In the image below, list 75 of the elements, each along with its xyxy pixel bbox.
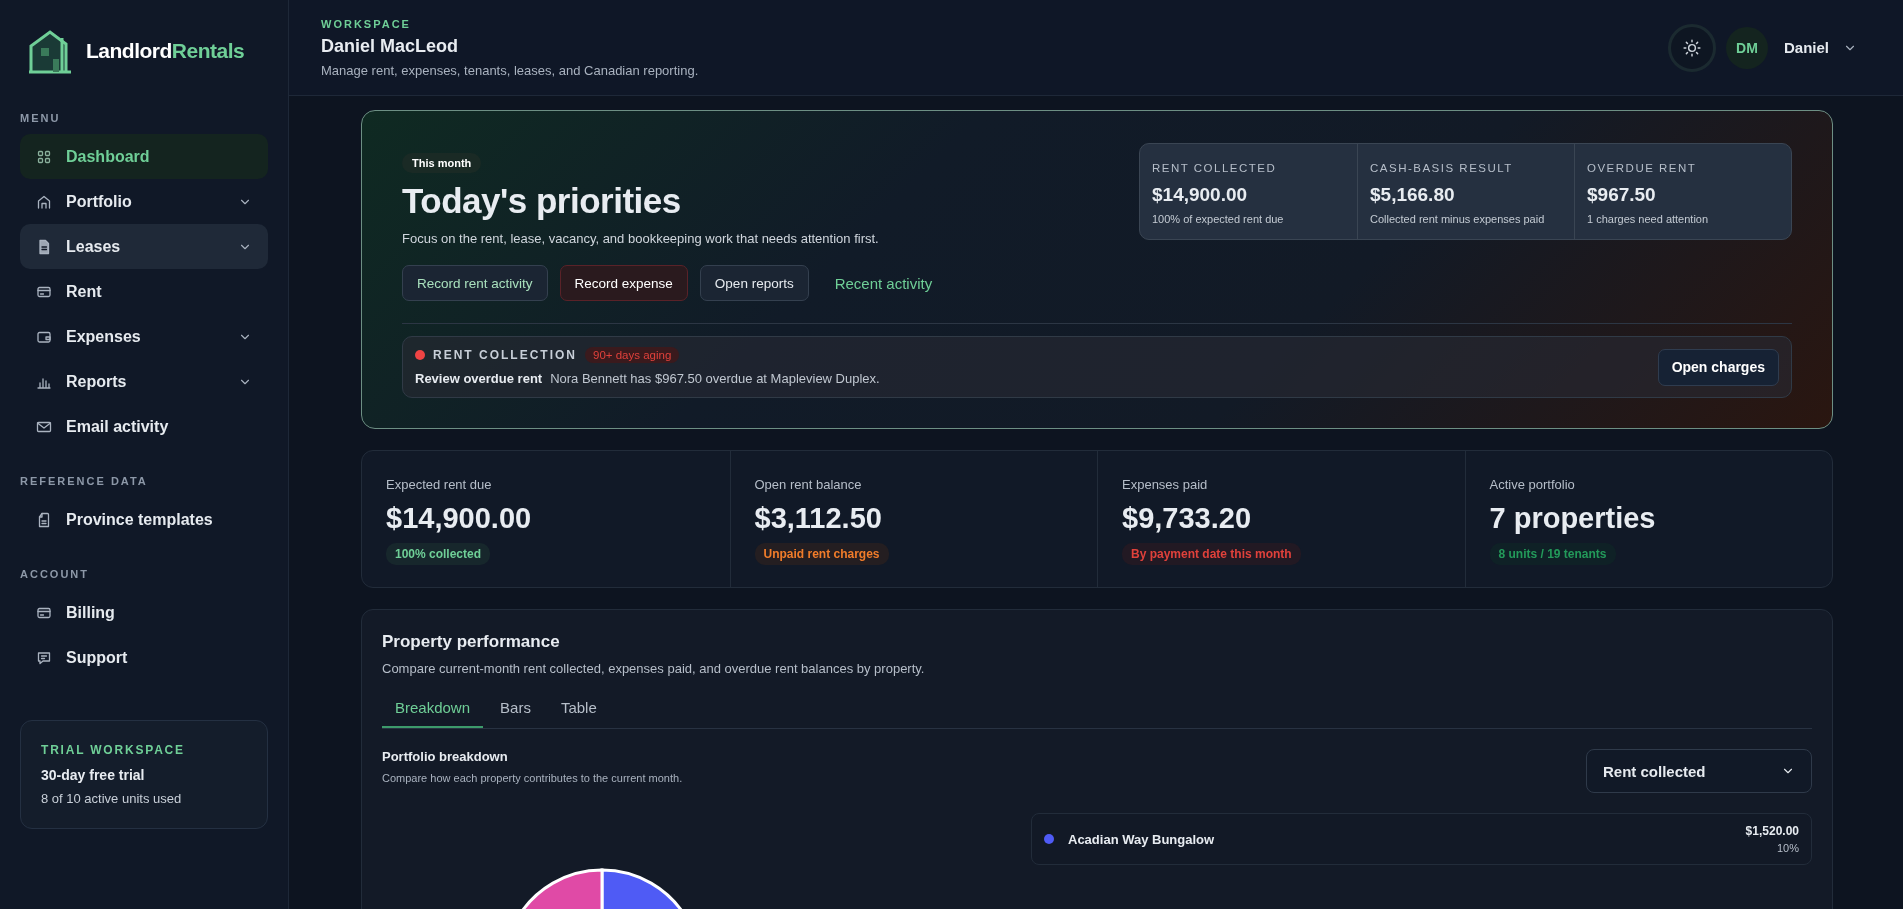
breakdown-description: Compare how each property contributes to the current month. (382, 772, 683, 784)
trial-label: TRIAL WORKSPACE (41, 743, 186, 757)
user-menu-button[interactable]: Daniel (1778, 33, 1863, 62)
theme-toggle-button[interactable] (1668, 23, 1716, 72)
activity-link[interactable]: Recent activity (820, 265, 947, 301)
property-amount: $1,520.00 (1745, 824, 1799, 838)
metric-label: RENT COLLECTED (1152, 162, 1278, 174)
trial-title: 30-day free trial (41, 767, 146, 783)
trial-usage: 8 of 10 active units used (41, 791, 183, 806)
alert-title: Review overdue rent (415, 371, 543, 386)
nav-item[interactable]: Portfolio (20, 179, 268, 224)
house-logo-icon (28, 28, 72, 74)
metric-label: OVERDUE RENT (1587, 162, 1698, 174)
chat-icon (36, 649, 52, 666)
view-tab[interactable]: Bars (487, 690, 544, 728)
stat-tag: Unpaid rent charges (754, 543, 889, 565)
stat-label: Expected rent due (386, 477, 493, 492)
grid-icon (36, 148, 52, 165)
alert-message: Nora Bennett has $967.50 overdue at Mapleview Duplex. (550, 371, 880, 386)
document-icon (36, 238, 52, 255)
stat-value: 7 properties (1489, 502, 1657, 535)
breakdown-title: Portfolio breakdown (382, 749, 509, 764)
nav-item[interactable]: Leases (20, 224, 268, 269)
section-heading: ACCOUNT (20, 568, 90, 580)
priorities-title: Today's priorities (402, 181, 682, 221)
metric-value: $967.50 (1587, 184, 1657, 206)
metric-value: $14,900.00 (1152, 184, 1249, 206)
alert-category: RENT COLLECTION (433, 348, 577, 362)
aging-tag: 90+ days aging (585, 347, 680, 363)
nav-item[interactable]: Rent (20, 269, 268, 314)
nav-item[interactable]: Support (20, 635, 268, 680)
user-avatar[interactable]: DM (1726, 26, 1768, 69)
brand-name: LandlordRentals (86, 39, 245, 63)
metric-dropdown[interactable]: Rent collected (1586, 749, 1812, 793)
document-icon (36, 511, 52, 528)
metric-value: $5,166.80 (1370, 184, 1456, 206)
house-icon (36, 193, 52, 210)
stat-tag: 100% collected (386, 543, 491, 565)
stat-tag: 8 units / 19 tenants (1489, 543, 1616, 565)
period-chip: This month (402, 153, 482, 173)
property-name: Acadian Way Bungalow (1068, 831, 1216, 847)
action-button[interactable]: Open reports (699, 265, 809, 301)
nav-item[interactable]: Province templates (20, 497, 268, 542)
nav-item[interactable]: Email activity (20, 404, 268, 449)
metric-label: CASH-BASIS RESULT (1370, 162, 1514, 174)
stat-value: $9,733.20 (1122, 502, 1252, 535)
view-tab[interactable]: Breakdown (382, 690, 484, 728)
nav-item[interactable]: Dashboard (20, 134, 268, 179)
stat-value: $14,900.00 (386, 502, 533, 535)
priorities-description: Focus on the rent, lease, vacancy, and bookkeeping work that needs attention first. (402, 231, 880, 246)
legend-row[interactable]: Acadian Way Bungalow $1,520.00 10% (1031, 813, 1812, 865)
performance-description: Compare current-month rent collected, expenses paid, and overdue rent balances by property. (382, 661, 926, 676)
stat-label: Open rent balance (754, 477, 863, 492)
nav-item[interactable]: Expenses (20, 314, 268, 359)
workspace-label: WORKSPACE (321, 17, 412, 30)
stat-value: $3,112.50 (754, 502, 883, 535)
property-share: 10% (1775, 842, 1799, 854)
open-charges-button[interactable]: Open charges (1657, 348, 1779, 386)
workspace-name: Daniel MacLeod (321, 35, 460, 57)
action-button[interactable]: Record rent activity (402, 265, 548, 301)
performance-title: Property performance (382, 632, 561, 652)
stat-label: Expenses paid (1122, 477, 1209, 492)
view-tab[interactable]: Table (547, 690, 610, 728)
nav-item[interactable]: Billing (20, 590, 268, 635)
action-button[interactable]: Record expense (559, 265, 688, 301)
workspace-subtitle: Manage rent, expenses, tenants, leases, and Canadian reporting. (321, 62, 699, 78)
nav-item[interactable]: Reports (20, 359, 268, 404)
section-heading: MENU (20, 112, 62, 124)
metric-note: 1 charges need attention (1587, 213, 1710, 225)
metric-note: 100% of expected rent due (1152, 213, 1285, 225)
stat-label: Active portfolio (1489, 477, 1576, 492)
stat-tag: By payment date this month (1122, 543, 1301, 565)
metric-note: Collected rent minus expenses paid (1370, 213, 1546, 225)
sun-icon (1683, 38, 1701, 57)
section-heading: REFERENCE DATA (20, 475, 149, 487)
